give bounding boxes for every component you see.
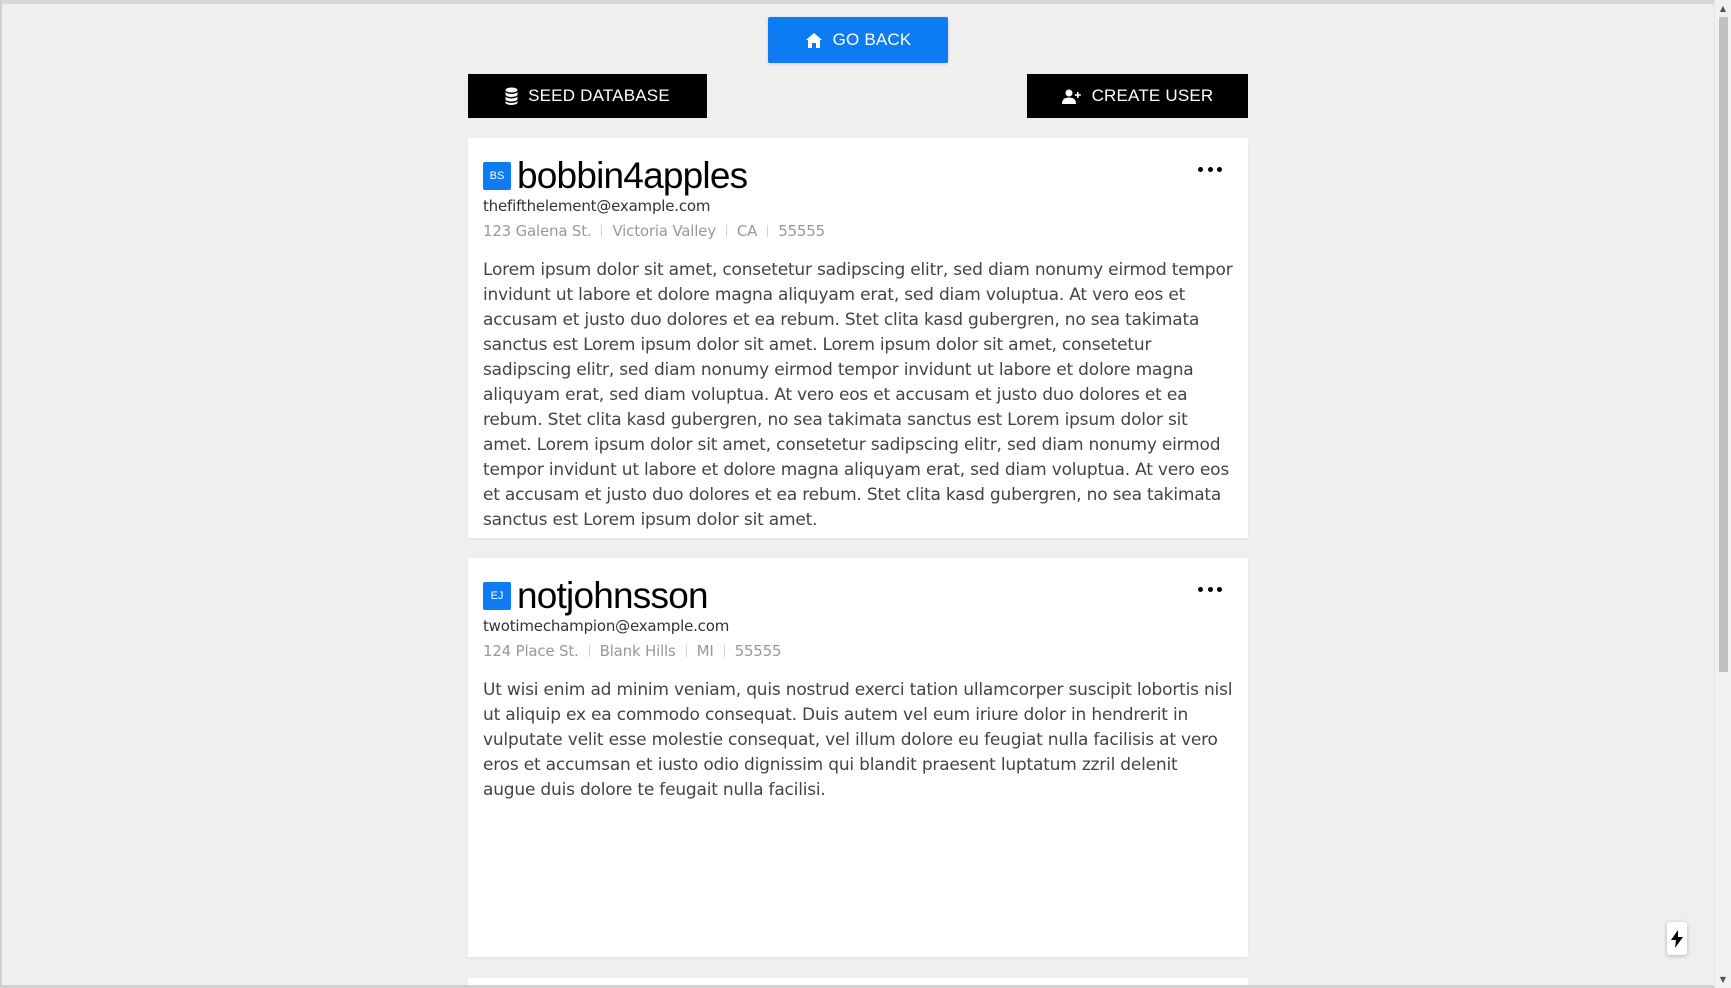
username: notjohnsson bbox=[517, 575, 709, 616]
user-address: 124 Place St. Blank Hills MI 55555 bbox=[483, 642, 782, 660]
vertical-scrollbar[interactable]: ▲ ▼ bbox=[1714, 0, 1731, 988]
scroll-down-icon[interactable]: ▼ bbox=[1715, 971, 1731, 988]
username: bobbin4apples bbox=[517, 155, 748, 196]
address-divider bbox=[685, 645, 687, 657]
address-street: 124 Place St. bbox=[483, 642, 579, 660]
address-state: MI bbox=[696, 642, 714, 660]
user-card-header: BS bobbin4apples bbox=[483, 155, 748, 196]
address-divider bbox=[601, 225, 603, 237]
seed-database-label: SEED DATABASE bbox=[528, 86, 670, 105]
scrollbar-thumb[interactable] bbox=[1719, 17, 1728, 672]
address-zip: 55555 bbox=[734, 642, 782, 660]
seed-database-button[interactable]: SEED DATABASE bbox=[468, 74, 707, 118]
address-divider bbox=[725, 225, 727, 237]
create-user-button[interactable]: CREATE USER bbox=[1027, 74, 1248, 118]
user-card: BS bobbin4apples thefifthelement@example… bbox=[468, 138, 1248, 538]
address-street: 123 Galena St. bbox=[483, 222, 592, 240]
user-card-header: EJ notjohnsson bbox=[483, 575, 709, 616]
lightning-icon[interactable] bbox=[1667, 922, 1687, 955]
database-icon bbox=[505, 87, 518, 105]
window-left-border bbox=[0, 0, 2, 988]
address-divider bbox=[723, 645, 725, 657]
user-bio: Ut wisi enim ad minim veniam, quis nostr… bbox=[483, 680, 1233, 800]
address-divider bbox=[767, 225, 769, 237]
go-back-label: GO BACK bbox=[832, 30, 912, 49]
address-zip: 55555 bbox=[778, 222, 825, 240]
window-top-border bbox=[0, 0, 1714, 4]
avatar: BS bbox=[483, 162, 511, 190]
address-divider bbox=[588, 645, 590, 657]
address-city: Blank Hills bbox=[599, 642, 676, 660]
create-user-label: CREATE USER bbox=[1091, 86, 1214, 105]
home-icon bbox=[805, 32, 823, 49]
address-state: CA bbox=[736, 222, 758, 240]
user-address: 123 Galena St. Victoria Valley CA 55555 bbox=[483, 222, 825, 240]
user-bio: Lorem ipsum dolor sit amet, consetetur s… bbox=[483, 260, 1233, 530]
more-options-icon[interactable] bbox=[1198, 164, 1222, 174]
scroll-up-icon[interactable]: ▲ bbox=[1715, 0, 1731, 17]
address-city: Victoria Valley bbox=[612, 222, 716, 240]
user-plus-icon bbox=[1061, 89, 1082, 104]
go-back-button[interactable]: GO BACK bbox=[768, 17, 948, 63]
more-options-icon[interactable] bbox=[1198, 584, 1222, 594]
user-card: EJ notjohnsson twotimechampion@example.c… bbox=[468, 558, 1248, 957]
user-email: thefifthelement@example.com bbox=[483, 197, 711, 215]
user-email: twotimechampion@example.com bbox=[483, 617, 730, 635]
avatar: EJ bbox=[483, 582, 511, 610]
